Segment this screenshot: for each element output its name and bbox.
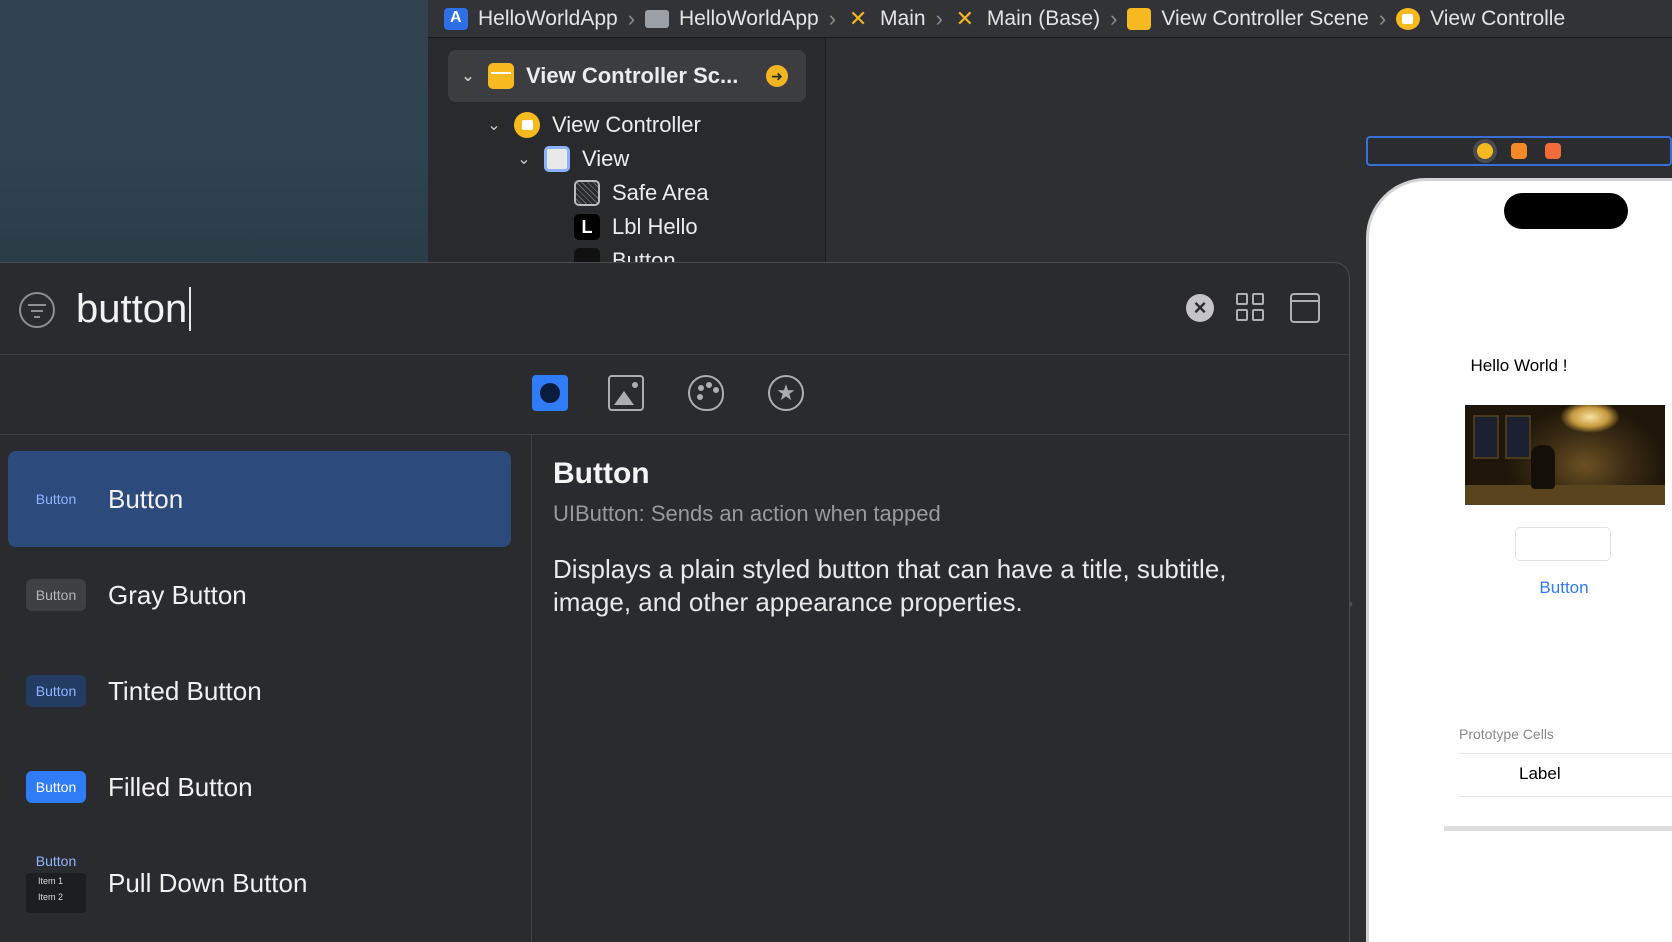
library-tab-bar: ★ xyxy=(0,355,1349,435)
button-thumbnail: Button xyxy=(26,771,86,803)
view-controller-icon[interactable] xyxy=(1477,143,1493,159)
label-icon: L xyxy=(574,214,600,240)
view-controller-icon xyxy=(1396,7,1421,30)
outline-item-label[interactable]: L Lbl Hello xyxy=(574,214,698,240)
hello-label[interactable]: Hello World ! xyxy=(1369,356,1669,376)
chevron-right-icon: › xyxy=(1378,5,1387,31)
divider xyxy=(1459,796,1672,797)
button-thumbnail: Button xyxy=(26,675,86,707)
image-view[interactable] xyxy=(1465,405,1665,505)
pull-down-thumbnail: Button Item 1 Item 2 xyxy=(26,851,86,915)
canvas-button[interactable]: Button xyxy=(1369,578,1672,598)
tab-media[interactable] xyxy=(608,375,644,411)
table-view-bar xyxy=(1444,826,1672,831)
detail-description: Displays a plain styled button that can … xyxy=(553,554,1227,617)
outline-item-scene[interactable]: ⌄ View Controller Sc... ➜ xyxy=(448,50,806,102)
view-icon xyxy=(544,146,570,172)
detail-title: Button xyxy=(553,457,650,490)
outline-item-view[interactable]: ⌄ View xyxy=(516,146,629,172)
list-item[interactable]: Button Gray Button xyxy=(8,547,511,643)
breadcrumb-group[interactable]: HelloWorldApp xyxy=(645,7,819,31)
scene-dock xyxy=(1366,136,1672,166)
filter-icon[interactable] xyxy=(19,292,55,328)
library-search-bar: × xyxy=(0,263,1349,355)
grid-view-icon[interactable] xyxy=(1236,293,1266,323)
chevron-down-icon[interactable]: ⌄ xyxy=(516,149,532,169)
library-result-list: Button Button Button Gray Button Button … xyxy=(0,435,532,942)
photo-floor xyxy=(1465,485,1665,505)
photo-window xyxy=(1473,415,1499,459)
text-cursor xyxy=(189,287,191,331)
breadcrumb-project[interactable]: HelloWorldApp xyxy=(444,7,618,31)
breadcrumb-view-controller[interactable]: View Controlle xyxy=(1396,7,1565,31)
scene-icon xyxy=(1127,7,1152,30)
view-controller-icon xyxy=(514,112,540,138)
list-item[interactable]: Button Tinted Button xyxy=(8,643,511,739)
breadcrumb-storyboard-base[interactable]: ✕ Main (Base) xyxy=(953,7,1100,31)
object-library-panel: × ★ Button Button Button Gray Button But… xyxy=(0,262,1350,942)
storyboard-icon: ✕ xyxy=(955,5,975,31)
result-name: Pull Down Button xyxy=(108,868,308,898)
breadcrumb: HelloWorldApp › HelloWorldApp › ✕ Main ›… xyxy=(428,0,1672,38)
go-to-arrow-icon[interactable]: ➜ xyxy=(766,65,788,87)
search-input[interactable] xyxy=(76,279,1166,339)
list-item[interactable]: Button Button xyxy=(8,451,511,547)
photo-window xyxy=(1505,415,1531,459)
cell-label[interactable]: Label xyxy=(1519,764,1561,784)
result-name: Tinted Button xyxy=(108,676,262,706)
result-name: Button xyxy=(108,484,184,514)
storyboard-icon: ✕ xyxy=(848,5,868,31)
chevron-down-icon[interactable]: ⌄ xyxy=(486,115,502,135)
app-project-icon xyxy=(444,7,468,30)
list-item[interactable]: Button Item 1 Item 2 Pull Down Button xyxy=(8,835,511,931)
dynamic-island xyxy=(1504,193,1628,229)
list-item[interactable]: Button Filled Button xyxy=(8,739,511,835)
breadcrumb-storyboard[interactable]: ✕ Main xyxy=(846,7,926,31)
library-detail-pane: Button UIButton: Sends an action when ta… xyxy=(553,435,1333,942)
chevron-right-icon: › xyxy=(627,5,636,31)
folder-icon xyxy=(645,9,670,28)
tab-objects[interactable] xyxy=(532,375,568,411)
divider xyxy=(1459,753,1672,754)
tab-snippets[interactable]: ★ xyxy=(768,375,804,411)
scene-icon xyxy=(488,63,514,89)
desktop-background xyxy=(0,0,428,270)
text-field[interactable] xyxy=(1515,527,1611,561)
safe-area-icon xyxy=(574,180,600,206)
breadcrumb-scene[interactable]: View Controller Scene xyxy=(1127,7,1369,31)
result-name: Gray Button xyxy=(108,580,247,610)
device-preview[interactable]: Hello World ! Button Prototype Cells Lab… xyxy=(1366,178,1672,942)
tab-colors[interactable] xyxy=(688,375,724,411)
document-outline: ⌄ View Controller Sc... ➜ ⌄ View Control… xyxy=(428,38,826,274)
button-thumbnail: Button xyxy=(26,579,86,611)
detail-pane-icon[interactable] xyxy=(1290,293,1320,323)
prototype-cells-title: Prototype Cells xyxy=(1459,726,1554,742)
first-responder-icon[interactable] xyxy=(1511,143,1527,159)
outline-item-view-controller[interactable]: ⌄ View Controller xyxy=(486,112,701,138)
exit-icon[interactable] xyxy=(1545,143,1561,159)
chevron-right-icon: › xyxy=(1110,5,1118,31)
detail-subtitle: UIButton: Sends an action when tapped xyxy=(553,501,941,526)
result-name: Filled Button xyxy=(108,772,253,802)
chevron-down-icon[interactable]: ⌄ xyxy=(460,66,476,86)
clear-search-icon[interactable]: × xyxy=(1186,294,1214,322)
chevron-right-icon: › xyxy=(828,5,837,31)
pull-down-menu-preview: Item 1 Item 2 xyxy=(26,873,86,913)
photo-person xyxy=(1531,445,1555,489)
chevron-right-icon: › xyxy=(935,5,943,31)
button-thumbnail: Button xyxy=(35,491,77,507)
outline-item-safe-area[interactable]: Safe Area xyxy=(574,180,709,206)
